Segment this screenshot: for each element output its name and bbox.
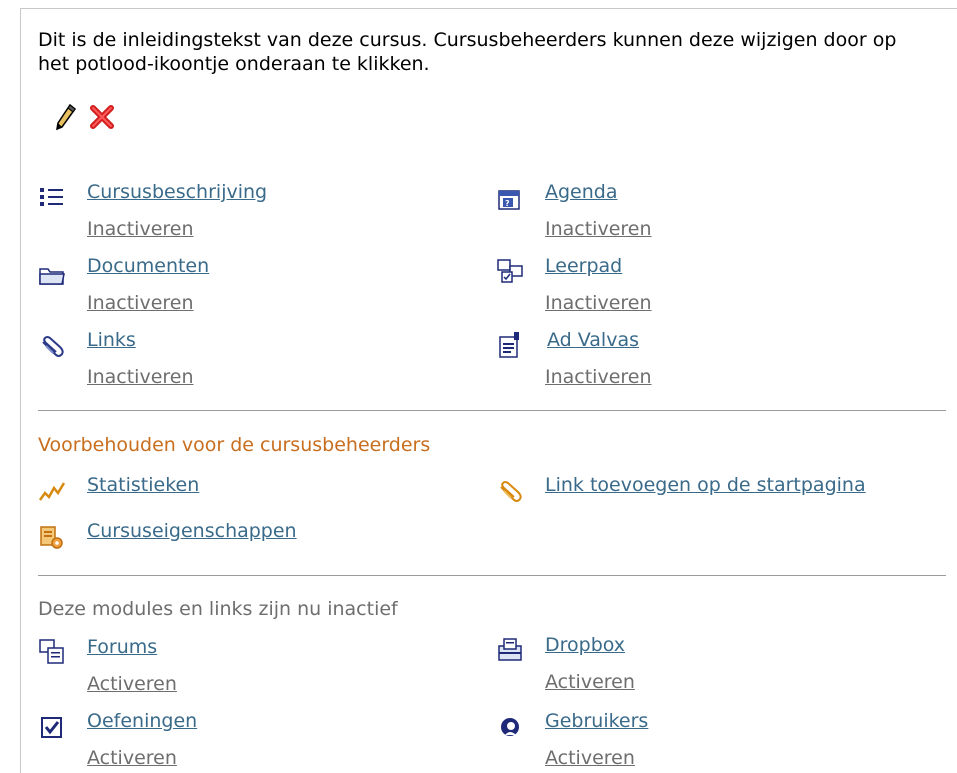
- inactivate-link[interactable]: Inactiveren: [545, 292, 652, 314]
- folder-icon: [38, 261, 66, 289]
- list-icon: [38, 183, 66, 211]
- module-link[interactable]: Leerpad: [545, 255, 622, 277]
- module-link[interactable]: Ad Valvas: [547, 329, 639, 351]
- admin-link[interactable]: Statistieken: [87, 474, 199, 496]
- inactive-module-link[interactable]: Gebruikers: [545, 710, 648, 732]
- admin-section-title: Voorbehouden voor de cursusbeheerders: [38, 434, 431, 456]
- announcement-icon: [496, 331, 524, 359]
- learning-path-icon: [496, 257, 524, 285]
- admin-link[interactable]: Cursuseigenschappen: [87, 520, 297, 542]
- module-link[interactable]: Documenten: [87, 255, 209, 277]
- course-intro-text: Dit is de inleidingstekst van deze cursu…: [38, 29, 897, 75]
- inactive-module-link[interactable]: Oefeningen: [87, 710, 197, 732]
- svg-text:?: ?: [505, 199, 510, 208]
- inactivate-link[interactable]: Inactiveren: [545, 218, 652, 240]
- divider: [38, 410, 946, 411]
- admin-link[interactable]: Link toevoegen op de startpagina: [545, 474, 866, 496]
- delete-icon[interactable]: [88, 103, 116, 131]
- course-settings-icon: [38, 524, 66, 552]
- activate-link[interactable]: Activeren: [545, 671, 635, 693]
- module-link[interactable]: Cursusbeschrijving: [87, 181, 267, 203]
- divider: [38, 575, 946, 576]
- agenda-icon: ?: [496, 185, 524, 213]
- inactive-section-title: Deze modules en links zijn nu inactief: [38, 598, 398, 620]
- statistics-icon: [38, 478, 66, 506]
- users-icon: [496, 714, 524, 742]
- inactive-module-link[interactable]: Forums: [87, 636, 157, 658]
- activate-link[interactable]: Activeren: [545, 747, 635, 769]
- inactivate-link[interactable]: Inactiveren: [87, 292, 194, 314]
- add-link-icon: [496, 478, 524, 506]
- content-frame: [20, 8, 957, 773]
- dropbox-icon: [496, 636, 524, 664]
- inactivate-link[interactable]: Inactiveren: [545, 366, 652, 388]
- activate-link[interactable]: Activeren: [87, 747, 177, 769]
- module-link[interactable]: Agenda: [545, 181, 618, 203]
- inactivate-link[interactable]: Inactiveren: [87, 218, 194, 240]
- inactive-module-link[interactable]: Dropbox: [545, 634, 625, 656]
- module-link[interactable]: Links: [87, 329, 136, 351]
- forums-icon: [38, 638, 66, 666]
- paperclip-icon: [38, 333, 66, 361]
- activate-link[interactable]: Activeren: [87, 673, 177, 695]
- checkbox-icon: [38, 714, 66, 742]
- intro-edit-tools: [52, 100, 116, 134]
- pencil-icon[interactable]: [52, 102, 78, 132]
- inactivate-link[interactable]: Inactiveren: [87, 366, 194, 388]
